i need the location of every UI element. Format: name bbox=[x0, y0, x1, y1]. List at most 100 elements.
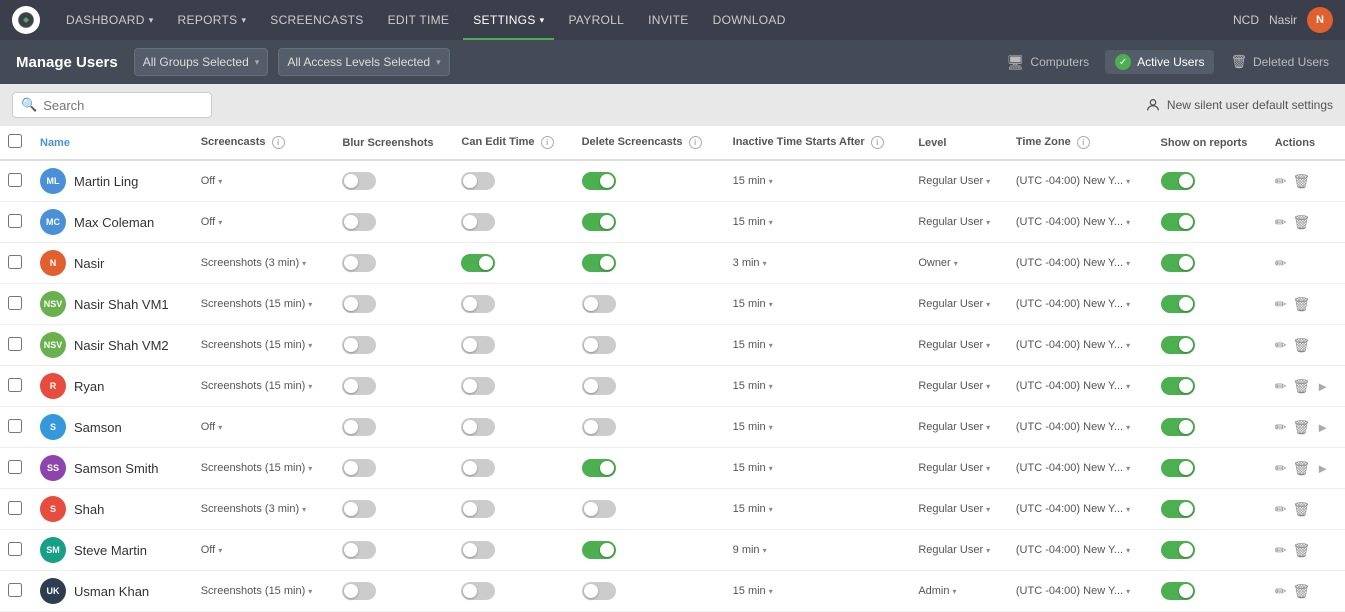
nav-payroll[interactable]: PAYROLL bbox=[558, 0, 634, 40]
can-edit-toggle[interactable] bbox=[461, 213, 495, 231]
active-users-button[interactable]: ✓ Active Users bbox=[1105, 50, 1214, 74]
row-checkbox-5[interactable] bbox=[8, 337, 22, 351]
show-reports-toggle[interactable] bbox=[1161, 541, 1195, 559]
show-reports-toggle[interactable] bbox=[1161, 459, 1195, 477]
edit-icon[interactable]: ✏ bbox=[1275, 501, 1287, 518]
user-avatar[interactable]: N bbox=[1307, 7, 1333, 33]
row-checkbox-10[interactable] bbox=[8, 542, 22, 556]
delete-screencasts-toggle[interactable] bbox=[582, 336, 616, 354]
show-reports-toggle[interactable] bbox=[1161, 254, 1195, 272]
can-edit-info-icon[interactable]: i bbox=[541, 136, 554, 149]
edit-icon[interactable]: ✏ bbox=[1275, 296, 1287, 313]
timezone-select[interactable]: (UTC -04:00) New Y... ▾ bbox=[1016, 462, 1145, 474]
logo[interactable] bbox=[12, 6, 40, 34]
level-select[interactable]: Regular User ▾ bbox=[918, 544, 1000, 556]
delete-screencasts-toggle[interactable] bbox=[582, 295, 616, 313]
show-reports-toggle[interactable] bbox=[1161, 582, 1195, 600]
timezone-select[interactable]: (UTC -04:00) New Y... ▾ bbox=[1016, 216, 1145, 228]
screencasts-select[interactable]: Screenshots (15 min) ▾ bbox=[201, 380, 327, 392]
show-reports-toggle[interactable] bbox=[1161, 377, 1195, 395]
delete-icon[interactable]: 🗑 bbox=[1292, 173, 1310, 190]
show-reports-toggle[interactable] bbox=[1161, 336, 1195, 354]
inactive-time-select[interactable]: 15 min ▾ bbox=[733, 216, 903, 228]
nav-download[interactable]: DOWNLOAD bbox=[703, 0, 796, 40]
inactive-time-select[interactable]: 15 min ▾ bbox=[733, 421, 903, 433]
can-edit-toggle[interactable] bbox=[461, 459, 495, 477]
row-checkbox-11[interactable] bbox=[8, 583, 22, 597]
edit-icon[interactable]: ✏ bbox=[1275, 460, 1287, 477]
level-select[interactable]: Regular User ▾ bbox=[918, 380, 1000, 392]
show-reports-toggle[interactable] bbox=[1161, 500, 1195, 518]
delete-screencasts-toggle[interactable] bbox=[582, 418, 616, 436]
timezone-select[interactable]: (UTC -04:00) New Y... ▾ bbox=[1016, 544, 1145, 556]
groups-filter[interactable]: All Groups Selected ▾ bbox=[134, 48, 269, 76]
deleted-users-button[interactable]: 🗑 Deleted Users bbox=[1230, 54, 1329, 70]
computers-button[interactable]: 🖥 Computers bbox=[1007, 54, 1089, 71]
can-edit-toggle[interactable] bbox=[461, 295, 495, 313]
can-edit-toggle[interactable] bbox=[461, 254, 495, 272]
delete-icon[interactable]: 🗑 bbox=[1292, 214, 1310, 231]
nav-settings[interactable]: SETTINGS ▾ bbox=[463, 0, 554, 40]
inactive-time-select[interactable]: 15 min ▾ bbox=[733, 380, 903, 392]
delete-screencasts-toggle[interactable] bbox=[582, 582, 616, 600]
delete-icon[interactable]: 🗑 bbox=[1292, 501, 1310, 518]
screencasts-select[interactable]: Screenshots (3 min) ▾ bbox=[201, 257, 327, 269]
inactive-time-info-icon[interactable]: i bbox=[871, 136, 884, 149]
row-checkbox-7[interactable] bbox=[8, 419, 22, 433]
row-checkbox-9[interactable] bbox=[8, 501, 22, 515]
edit-icon[interactable]: ✏ bbox=[1275, 173, 1287, 190]
row-checkbox-6[interactable] bbox=[8, 378, 22, 392]
inactive-time-select[interactable]: 15 min ▾ bbox=[733, 585, 903, 597]
can-edit-toggle[interactable] bbox=[461, 500, 495, 518]
level-select[interactable]: Admin ▾ bbox=[918, 585, 1000, 597]
send-icon[interactable]: ► bbox=[1316, 420, 1329, 435]
send-icon[interactable]: ► bbox=[1316, 461, 1329, 476]
screencasts-select[interactable]: Screenshots (15 min) ▾ bbox=[201, 298, 327, 310]
inactive-time-select[interactable]: 15 min ▾ bbox=[733, 462, 903, 474]
inactive-time-select[interactable]: 15 min ▾ bbox=[733, 503, 903, 515]
level-select[interactable]: Regular User ▾ bbox=[918, 216, 1000, 228]
edit-icon[interactable]: ✏ bbox=[1275, 255, 1287, 272]
row-checkbox-2[interactable] bbox=[8, 214, 22, 228]
nav-edit-time[interactable]: EDIT TIME bbox=[378, 0, 460, 40]
level-select[interactable]: Owner ▾ bbox=[918, 257, 1000, 269]
blur-toggle[interactable] bbox=[342, 172, 376, 190]
inactive-time-select[interactable]: 15 min ▾ bbox=[733, 298, 903, 310]
timezone-select[interactable]: (UTC -04:00) New Y... ▾ bbox=[1016, 298, 1145, 310]
edit-icon[interactable]: ✏ bbox=[1275, 419, 1287, 436]
delete-screencasts-toggle[interactable] bbox=[582, 213, 616, 231]
can-edit-toggle[interactable] bbox=[461, 541, 495, 559]
blur-toggle[interactable] bbox=[342, 254, 376, 272]
delete-icon[interactable]: 🗑 bbox=[1292, 460, 1310, 477]
select-all-checkbox[interactable] bbox=[8, 134, 22, 148]
delete-icon[interactable]: 🗑 bbox=[1292, 378, 1310, 395]
delete-screencasts-toggle[interactable] bbox=[582, 541, 616, 559]
send-icon[interactable]: ► bbox=[1316, 379, 1329, 394]
inactive-time-select[interactable]: 9 min ▾ bbox=[733, 544, 903, 556]
delete-icon[interactable]: 🗑 bbox=[1292, 337, 1310, 354]
timezone-select[interactable]: (UTC -04:00) New Y... ▾ bbox=[1016, 585, 1145, 597]
edit-icon[interactable]: ✏ bbox=[1275, 337, 1287, 354]
level-select[interactable]: Regular User ▾ bbox=[918, 462, 1000, 474]
row-checkbox-1[interactable] bbox=[8, 173, 22, 187]
screencasts-select[interactable]: Screenshots (15 min) ▾ bbox=[201, 462, 327, 474]
delete-screencasts-toggle[interactable] bbox=[582, 254, 616, 272]
timezone-select[interactable]: (UTC -04:00) New Y... ▾ bbox=[1016, 175, 1145, 187]
delete-screencasts-toggle[interactable] bbox=[582, 172, 616, 190]
timezone-select[interactable]: (UTC -04:00) New Y... ▾ bbox=[1016, 339, 1145, 351]
show-reports-toggle[interactable] bbox=[1161, 295, 1195, 313]
timezone-select[interactable]: (UTC -04:00) New Y... ▾ bbox=[1016, 503, 1145, 515]
inactive-time-select[interactable]: 15 min ▾ bbox=[733, 175, 903, 187]
silent-user-link[interactable]: New silent user default settings bbox=[1145, 97, 1333, 113]
nav-reports[interactable]: REPORTS ▾ bbox=[168, 0, 257, 40]
show-reports-toggle[interactable] bbox=[1161, 213, 1195, 231]
delete-screencasts-toggle[interactable] bbox=[582, 500, 616, 518]
timezone-select[interactable]: (UTC -04:00) New Y... ▾ bbox=[1016, 380, 1145, 392]
blur-toggle[interactable] bbox=[342, 582, 376, 600]
screencasts-select[interactable]: Off ▾ bbox=[201, 175, 327, 187]
row-checkbox-8[interactable] bbox=[8, 460, 22, 474]
show-reports-toggle[interactable] bbox=[1161, 418, 1195, 436]
nav-screencasts[interactable]: SCREENCASTS bbox=[260, 0, 373, 40]
timezone-info-icon[interactable]: i bbox=[1077, 136, 1090, 149]
row-checkbox-4[interactable] bbox=[8, 296, 22, 310]
